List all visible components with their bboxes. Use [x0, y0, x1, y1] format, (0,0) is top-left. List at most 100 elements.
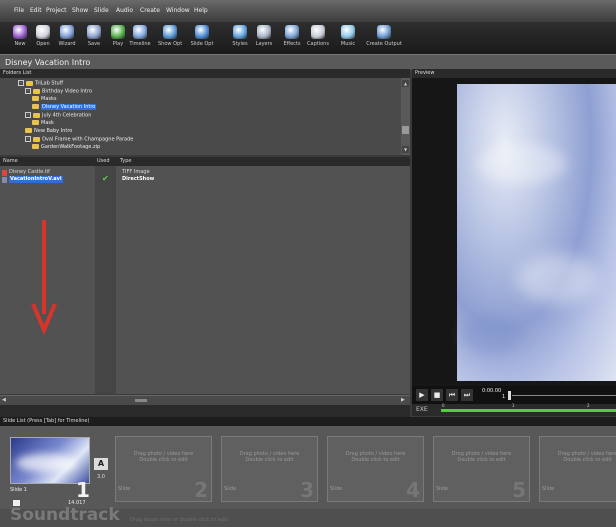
slide-1-number: 1 — [76, 478, 90, 502]
slide-placeholder-3[interactable]: Drag photo / video here Double click to … — [221, 436, 318, 502]
stop-icon[interactable]: ■ — [431, 389, 443, 401]
drop-hint: Drag photo / video here Double click to … — [557, 451, 616, 463]
column-type[interactable]: Type — [120, 158, 131, 164]
slide-placeholder-6[interactable]: Drag photo / video here Double click to … — [539, 436, 616, 502]
slide-1-thumbnail[interactable] — [10, 437, 90, 484]
folder-label: GardenWalkFootage.zip — [41, 144, 101, 150]
slide-label: Slide — [224, 486, 237, 492]
soundtrack-bar[interactable]: Soundtrack Drag music here or double cli… — [0, 505, 616, 527]
toolbar-button-effects[interactable]: Effects — [280, 22, 304, 54]
scroll-left-arrow-icon[interactable]: ◀ — [2, 397, 6, 403]
toolbar-button-timeline[interactable]: Timeline — [128, 22, 152, 54]
toolbar-button-layers[interactable]: Layers — [252, 22, 276, 54]
toolbar-button-create-output[interactable]: Create Output — [364, 22, 404, 54]
cloud-shadow — [462, 314, 522, 354]
folders-list-header: Folders List — [0, 69, 410, 78]
menu-slide[interactable]: Slide — [94, 7, 109, 14]
wizard-icon — [60, 25, 74, 39]
folder-label: TriLab Stuff — [35, 80, 64, 87]
toolbar-button-open[interactable]: Open — [31, 22, 55, 54]
folder-icon — [33, 88, 40, 94]
file-list-hscroll[interactable]: ◀ ▶ — [0, 395, 410, 405]
toolbar-button-save[interactable]: Save — [82, 22, 106, 54]
tree-expander-icon[interactable]: - — [18, 80, 24, 86]
file-name[interactable]: VacationIntroV.avi — [9, 176, 63, 183]
slide-label: Slide — [330, 486, 343, 492]
tree-expander-icon[interactable]: - — [25, 136, 31, 142]
folder-label: Oval Frame with Champagne Parade — [42, 136, 134, 143]
prev-icon[interactable]: ⏮ — [446, 389, 458, 401]
folder-item[interactable]: - Oval Frame with Champagne Parade — [25, 136, 133, 143]
cloud-shape — [517, 254, 597, 304]
menu-create[interactable]: Create — [140, 7, 160, 14]
playback-controls: ▶ ■ ⏮ ⏭ 0:00.00 1 — [412, 386, 616, 404]
time-readout: 0:00.00 — [482, 388, 502, 394]
transition-time[interactable]: 3.0 — [97, 474, 105, 480]
drop-hint: Drag photo / video here Double click to … — [451, 451, 512, 463]
folder-label: Masks — [41, 96, 57, 102]
menu-window[interactable]: Window — [166, 7, 190, 14]
column-name[interactable]: Name — [3, 158, 18, 164]
transition-icon[interactable]: A — [94, 458, 108, 470]
scroll-thumb[interactable] — [402, 126, 409, 134]
toolbar-button-captions[interactable]: Captions — [306, 22, 330, 54]
menu-show[interactable]: Show — [72, 7, 88, 14]
slide-placeholder-5[interactable]: Drag photo / video here Double click to … — [433, 436, 530, 502]
menu-audio[interactable]: Audio — [116, 7, 133, 14]
soundtrack-title: Soundtrack — [10, 505, 120, 525]
folder-item[interactable]: - July 4th Celebration — [25, 112, 91, 119]
toolbar-button-label: Effects — [283, 41, 301, 47]
scroll-up-arrow-icon[interactable]: ▲ — [402, 80, 409, 87]
folder-item[interactable]: - Birthday Video Intro — [25, 88, 92, 95]
toolbar-button-wizard[interactable]: Wizard — [55, 22, 79, 54]
toolbar-button-label: Styles — [232, 41, 248, 47]
folder-item[interactable]: Masks — [32, 96, 56, 103]
toolbar-button-label: Play — [112, 41, 124, 47]
timeline-handle[interactable] — [508, 391, 511, 400]
folder-item[interactable]: New Baby Intro — [25, 128, 72, 135]
toolbar-button-slide-opt[interactable]: Slide Opt — [190, 22, 214, 54]
ruler-tick: 1 — [512, 403, 515, 408]
toolbar-button-label: Timeline — [129, 41, 151, 47]
folder-item[interactable]: Mask — [32, 120, 54, 127]
ruler-tick: 2 — [587, 403, 590, 408]
file-list[interactable] — [0, 166, 410, 394]
create-output-icon — [377, 25, 391, 39]
tree-expander-icon[interactable]: - — [25, 88, 31, 94]
folder-item[interactable]: GardenWalkFootage.zip — [32, 144, 100, 151]
column-used[interactable]: Used — [97, 158, 110, 164]
menu-help[interactable]: Help — [194, 7, 208, 14]
toolbar-button-show-opt[interactable]: Show Opt — [158, 22, 182, 54]
next-icon[interactable]: ⏭ — [461, 389, 473, 401]
file-type: DirectShow — [122, 176, 155, 182]
folders-tree[interactable]: - TriLab Stuff - Birthday Video Intro Masks D… — [0, 78, 401, 155]
styles-icon — [233, 25, 247, 39]
tree-expander-icon[interactable]: - — [25, 112, 31, 118]
slide-placeholder-2[interactable]: Drag photo / video here Double click to … — [115, 436, 212, 502]
scroll-down-arrow-icon[interactable]: ▼ — [402, 146, 409, 153]
play-icon[interactable]: ▶ — [416, 389, 428, 401]
scroll-right-arrow-icon[interactable]: ▶ — [401, 397, 405, 403]
show-options-icon — [163, 25, 177, 39]
preview-header: Preview — [412, 69, 616, 78]
toolbar-button-music[interactable]: Music — [336, 22, 360, 54]
folder-label: Disney Vacation Intro — [41, 104, 97, 110]
folder-item[interactable]: Disney Vacation Intro — [32, 104, 97, 111]
menu-edit[interactable]: Edit — [30, 7, 42, 14]
soundtrack-hint: Drag music here or double click to add — [130, 517, 228, 523]
menu-file[interactable]: File — [14, 7, 24, 14]
menu-project[interactable]: Project — [46, 7, 67, 14]
toolbar-button-play[interactable]: Play — [106, 22, 130, 54]
image-file-icon — [2, 170, 7, 176]
slide-placeholder-4[interactable]: Drag photo / video here Double click to … — [327, 436, 424, 502]
slide-number: 3 — [300, 478, 314, 502]
timeline-track[interactable] — [512, 395, 616, 396]
folders-list-title: Folders List — [3, 70, 32, 76]
folder-item[interactable]: - TriLab Stuff — [18, 80, 63, 87]
hscroll-thumb[interactable] — [135, 399, 147, 402]
toolbar-button-new[interactable]: New — [8, 22, 32, 54]
folders-tree-scrollbar[interactable]: ▲ ▼ — [401, 78, 410, 155]
file-name[interactable]: Disney Castle.tif — [9, 169, 50, 176]
toolbar-button-styles[interactable]: Styles — [228, 22, 252, 54]
cloud-shape — [16, 454, 76, 472]
